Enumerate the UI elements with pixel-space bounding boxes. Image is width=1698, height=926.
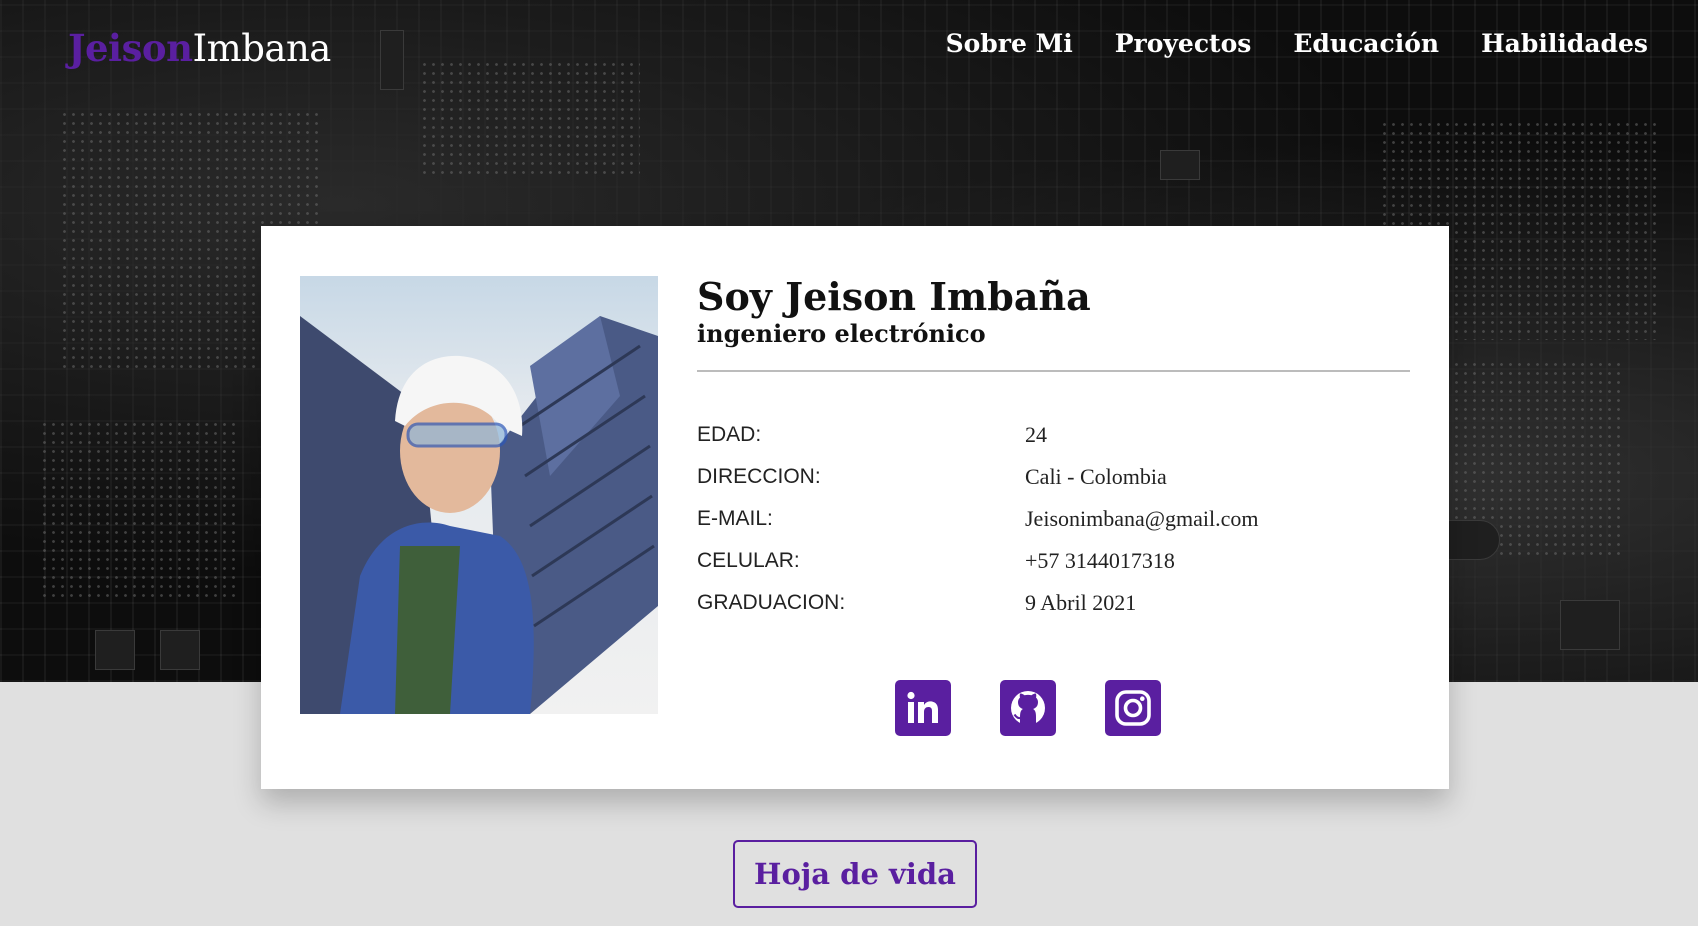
hoja-de-vida-button[interactable]: Hoja de vida xyxy=(733,840,977,908)
info-label: EDAD: xyxy=(697,423,762,446)
nav-educacion[interactable]: Educación xyxy=(1293,26,1439,62)
info-value: 24 xyxy=(1025,422,1047,447)
nav-habilidades[interactable]: Habilidades xyxy=(1481,26,1648,62)
info-row-edad: EDAD: 24 xyxy=(697,414,1410,456)
instagram-icon[interactable] xyxy=(1105,680,1161,736)
info-row-graduacion: GRADUACION: 9 Abril 2021 xyxy=(697,582,1410,624)
main-nav: Sobre Mi Proyectos Educación Habilidades xyxy=(946,26,1648,62)
brand-logo[interactable]: JeisonImbana xyxy=(68,24,331,73)
profile-photo xyxy=(300,276,658,714)
info-label: E-MAIL: xyxy=(697,507,773,530)
info-label: GRADUACION: xyxy=(697,591,846,614)
github-icon[interactable] xyxy=(1000,680,1056,736)
info-value: +57 3144017318 xyxy=(1025,548,1175,573)
linkedin-icon[interactable] xyxy=(895,680,951,736)
info-row-celular: CELULAR: +57 3144017318 xyxy=(697,540,1410,582)
info-row-direccion: DIRECCION: Cali - Colombia xyxy=(697,456,1410,498)
profile-name: Soy Jeison Imbaña xyxy=(697,274,1091,319)
profile-card: Soy Jeison Imbaña ingeniero electrónico … xyxy=(261,226,1449,789)
divider xyxy=(697,370,1410,372)
profile-info-table: EDAD: 24 DIRECCION: Cali - Colombia E-MA… xyxy=(697,414,1410,624)
info-value: 9 Abril 2021 xyxy=(1025,590,1137,615)
info-label: DIRECCION: xyxy=(697,465,821,488)
nav-sobre-mi[interactable]: Sobre Mi xyxy=(946,26,1073,62)
brand-last: Imbana xyxy=(192,27,332,70)
social-links xyxy=(895,680,1161,736)
info-row-email: E-MAIL: Jeisonimbana@gmail.com xyxy=(697,498,1410,540)
brand-first: Jeison xyxy=(68,26,193,70)
info-value: Jeisonimbana@gmail.com xyxy=(1025,506,1259,531)
info-value: Cali - Colombia xyxy=(1025,464,1167,489)
info-label: CELULAR: xyxy=(697,549,800,572)
profile-role: ingeniero electrónico xyxy=(697,319,986,348)
nav-proyectos[interactable]: Proyectos xyxy=(1115,26,1252,62)
